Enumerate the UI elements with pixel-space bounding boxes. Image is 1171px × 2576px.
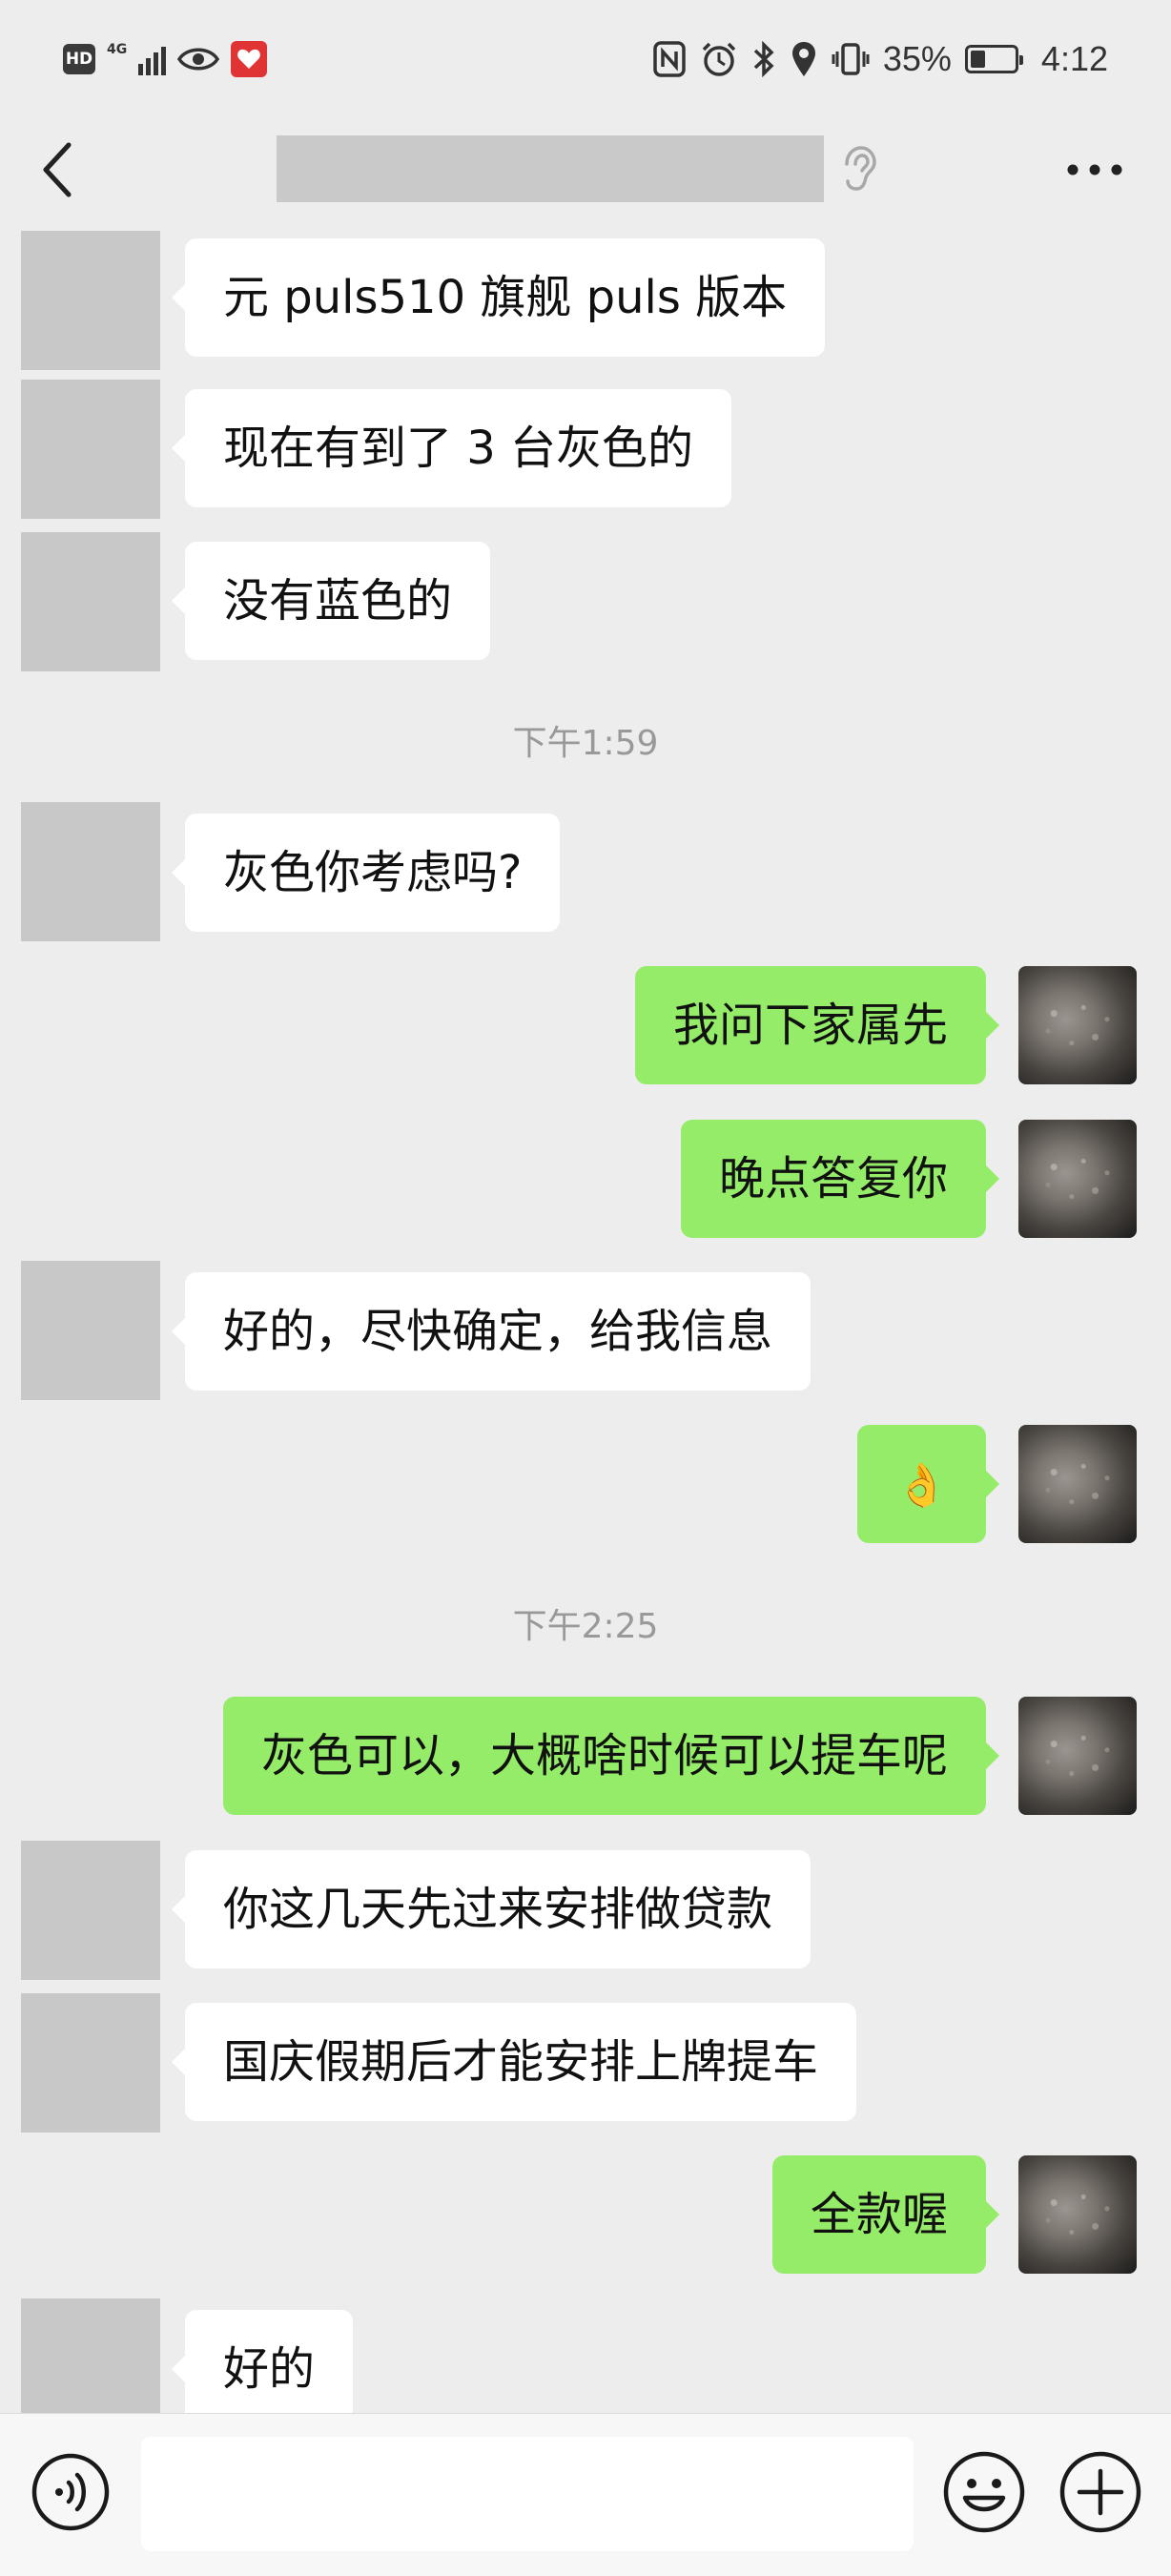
received-message-bubble[interactable]: 元 puls510 旗舰 puls 版本 [171,238,826,357]
received-message-bubble[interactable]: 国庆假期后才能安排上牌提车 [171,2003,857,2121]
my-avatar[interactable] [1018,1697,1137,1815]
message-input[interactable] [141,2437,914,2551]
my-avatar[interactable] [1018,1120,1137,1238]
received-message-bubble[interactable]: 好的 [171,2310,354,2413]
received-message-bubble[interactable]: 你这几天先过来安排做贷款 [171,1850,811,1968]
voice-icon [31,2453,110,2531]
hd-badge: HD [63,44,95,74]
sent-message-bubble[interactable]: 晚点答复你 [680,1120,1000,1238]
contact-avatar[interactable] [21,1841,160,1980]
received-message-bubble[interactable]: 灰色你考虑吗? [171,814,561,932]
more-functions-button[interactable] [1058,2450,1142,2534]
contact-avatar[interactable] [21,231,160,370]
my-avatar[interactable] [1018,1425,1137,1543]
ok-hand-emoji: 👌 [895,1461,948,1510]
voice-input-button[interactable] [31,2452,111,2532]
sent-message-bubble[interactable]: 我问下家属先 [634,966,1000,1084]
battery-icon [964,45,1023,73]
bluetooth-icon [753,40,774,78]
nfc-icon [653,41,686,77]
emoji-icon [943,2451,1025,2533]
contact-avatar[interactable] [21,532,160,671]
my-avatar[interactable] [1018,2155,1137,2274]
contact-avatar[interactable] [21,2298,160,2413]
received-message-bubble[interactable]: 好的，尽快确定，给我信息 [171,1272,811,1391]
network-type: 4G [107,42,128,57]
my-avatar[interactable] [1018,966,1137,1084]
chat-messages-area[interactable]: 元 puls510 旗舰 puls 版本 现在有到了 3 台灰色的 没有蓝色的 … [0,227,1171,2413]
signal-icon [138,43,167,75]
eye-icon [177,48,220,71]
sent-message-bubble[interactable]: 全款喔 [771,2155,1000,2274]
more-horizontal-icon [1067,164,1122,175]
contact-avatar[interactable] [21,802,160,941]
contact-avatar[interactable] [21,1261,160,1400]
chat-header [0,113,1171,227]
more-options-button[interactable] [1057,141,1133,198]
received-message-bubble[interactable]: 现在有到了 3 台灰色的 [171,389,732,507]
plus-icon [1059,2451,1141,2533]
chevron-left-icon [43,142,72,197]
chat-timestamp: 下午2:25 [512,1607,659,1646]
sent-message-bubble[interactable]: 👌 [857,1425,999,1543]
clock: 4:12 [1040,39,1108,78]
vibrate-icon [832,43,870,75]
chat-timestamp: 下午1:59 [512,724,659,763]
contact-avatar[interactable] [21,1993,160,2133]
app-notification-icon [231,41,268,77]
status-bar: HD 4G 35% 4:12 [0,0,1171,113]
contact-name[interactable] [277,135,824,202]
back-button[interactable] [29,135,86,204]
alarm-icon [702,42,736,76]
received-message-bubble[interactable]: 没有蓝色的 [171,542,491,660]
battery-percent: 35% [882,39,952,78]
emoji-button[interactable] [942,2450,1026,2534]
status-right-icons: 35% 4:12 [652,34,1108,84]
input-bar [0,2413,1171,2576]
ear-icon [845,146,876,191]
location-icon [791,42,815,76]
sent-message-bubble[interactable]: 灰色可以，大概啥时候可以提车呢 [222,1697,1000,1815]
status-left-icons: HD 4G [63,38,268,80]
battery-level [970,51,986,68]
contact-avatar[interactable] [21,380,160,519]
